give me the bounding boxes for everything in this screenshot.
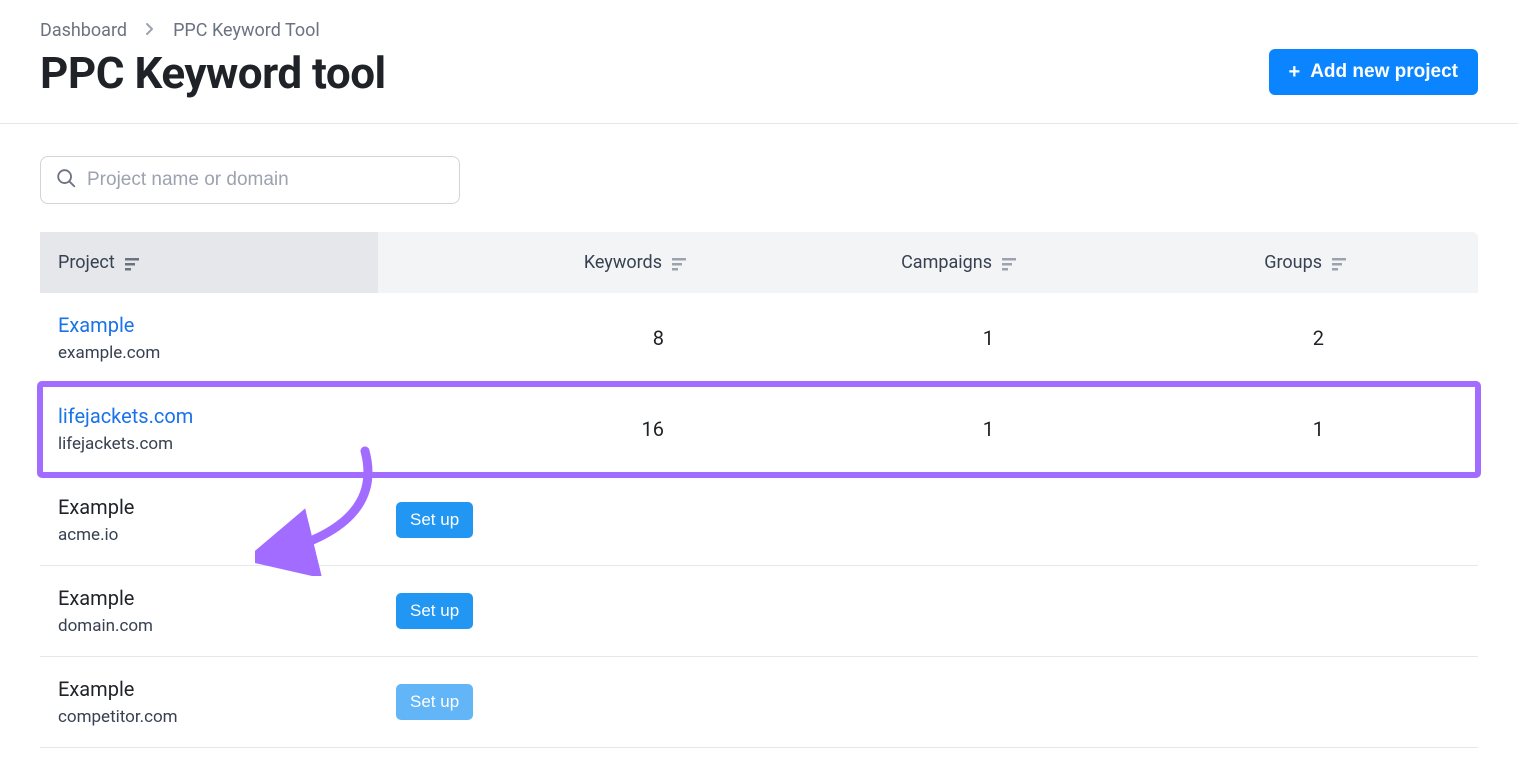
empty-cell xyxy=(708,682,1038,722)
project-cell: Example domain.com xyxy=(40,566,378,656)
empty-cell xyxy=(708,591,1038,631)
empty-cell xyxy=(708,500,1038,540)
keywords-cell: 16 xyxy=(378,397,708,461)
chevron-right-icon xyxy=(145,20,155,41)
header-left: Dashboard PPC Keyword Tool PPC Keyword t… xyxy=(40,20,386,99)
empty-cell xyxy=(1368,591,1478,631)
project-domain: domain.com xyxy=(58,616,360,636)
project-cell: Example competitor.com xyxy=(40,657,378,747)
project-domain: acme.io xyxy=(58,525,360,545)
table-body: Exampleexample.com812lifejackets.comlife… xyxy=(40,293,1478,748)
sort-icon xyxy=(1002,256,1020,270)
table-row: lifejackets.comlifejackets.com1611 xyxy=(40,384,1478,475)
empty-cell xyxy=(1038,500,1368,540)
content-area: Project Keywords Campaigns Groups Exampl… xyxy=(0,124,1518,748)
add-new-project-label: Add new project xyxy=(1310,61,1458,83)
plus-icon: + xyxy=(1289,62,1301,82)
sort-icon xyxy=(1332,256,1350,270)
search-box[interactable] xyxy=(40,156,460,204)
col-header-campaigns[interactable]: Campaigns xyxy=(708,232,1038,293)
table-row: Example competitor.com Set up xyxy=(40,657,1478,748)
col-header-keywords-label: Keywords xyxy=(584,252,662,273)
page-header: Dashboard PPC Keyword Tool PPC Keyword t… xyxy=(0,0,1518,124)
breadcrumb-dashboard-link[interactable]: Dashboard xyxy=(40,20,127,41)
col-header-actions xyxy=(1368,232,1478,293)
projects-table: Project Keywords Campaigns Groups Exampl… xyxy=(40,232,1478,748)
setup-button[interactable]: Set up xyxy=(396,593,473,629)
project-cell: Example acme.io xyxy=(40,475,378,565)
table-row: Example example.com 812 xyxy=(40,293,1478,384)
search-input[interactable] xyxy=(87,169,445,191)
project-cell: Example example.com xyxy=(40,293,378,383)
sort-icon xyxy=(125,256,143,270)
actions-cell xyxy=(1368,318,1478,358)
add-new-project-button[interactable]: + Add new project xyxy=(1269,49,1478,95)
project-domain: lifejackets.com xyxy=(58,434,360,454)
sort-icon xyxy=(672,256,690,270)
setup-button[interactable]: Set up xyxy=(396,502,473,538)
empty-cell xyxy=(1368,500,1478,540)
project-title: Example xyxy=(58,677,360,701)
campaigns-cell: 1 xyxy=(708,306,1038,370)
groups-cell: 1 xyxy=(1038,397,1368,461)
project-title: Example xyxy=(58,586,360,610)
project-title: Example xyxy=(58,495,360,519)
campaigns-cell: 1 xyxy=(708,397,1038,461)
setup-cell: Set up xyxy=(378,573,708,649)
breadcrumb-current: PPC Keyword Tool xyxy=(173,20,320,41)
project-cell: lifejackets.com lifejackets.com xyxy=(40,384,378,474)
keywords-cell: 8 xyxy=(378,306,708,370)
project-domain: competitor.com xyxy=(58,707,360,727)
table-row: Example acme.io Set up xyxy=(40,475,1478,566)
col-header-project-label: Project xyxy=(58,252,115,273)
table-header: Project Keywords Campaigns Groups xyxy=(40,232,1478,293)
setup-cell: Set up xyxy=(378,664,708,740)
table-row: Example domain.com Set up xyxy=(40,566,1478,657)
search-icon xyxy=(55,167,77,193)
col-header-keywords[interactable]: Keywords xyxy=(378,232,708,293)
groups-cell: 2 xyxy=(1038,306,1368,370)
col-header-groups-label: Groups xyxy=(1264,252,1322,273)
col-header-campaigns-label: Campaigns xyxy=(901,252,992,273)
page-title: PPC Keyword tool xyxy=(40,47,386,99)
project-title[interactable]: lifejackets.com xyxy=(58,404,360,428)
empty-cell xyxy=(1368,682,1478,722)
empty-cell xyxy=(1038,682,1368,722)
project-title[interactable]: Example xyxy=(58,313,360,337)
actions-cell xyxy=(1368,409,1478,449)
project-domain: example.com xyxy=(58,343,360,363)
setup-cell: Set up xyxy=(378,482,708,558)
col-header-groups[interactable]: Groups xyxy=(1038,232,1368,293)
col-header-project[interactable]: Project xyxy=(40,232,378,293)
breadcrumb: Dashboard PPC Keyword Tool xyxy=(40,20,386,41)
setup-button[interactable]: Set up xyxy=(396,684,473,720)
empty-cell xyxy=(1038,591,1368,631)
